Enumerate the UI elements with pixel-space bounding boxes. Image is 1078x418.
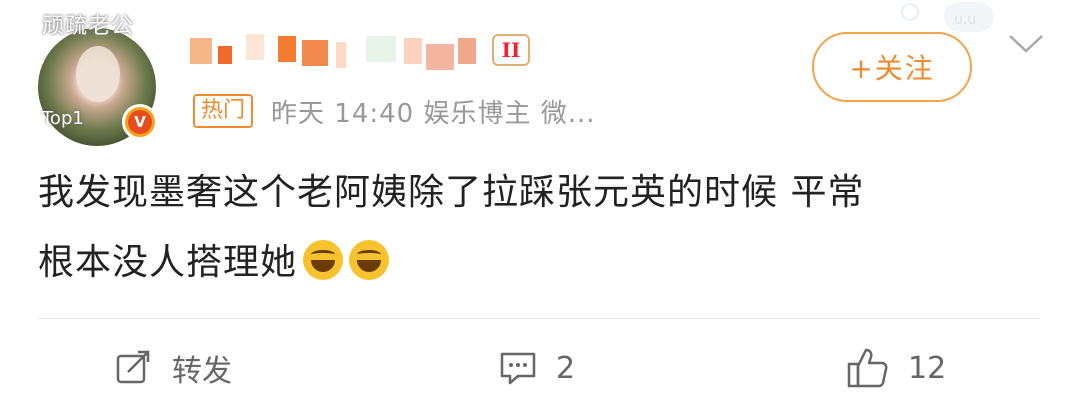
post-text-line-2: 根本没人搭理她 [38,228,1028,298]
laugh-tears-emoji-icon [303,240,344,280]
hot-tag: 热门 [193,94,254,128]
top-right-decoration: u.u [890,0,1000,34]
post-meta: 热门 昨天 14:40 娱乐博主 微... [193,93,596,129]
comment-count: 2 [556,350,576,386]
repost-label: 转发 [172,354,232,389]
comment-button[interactable]: 2 [498,346,575,390]
comment-icon [500,352,536,385]
divider [38,318,1040,319]
like-button[interactable]: 12 [846,346,946,390]
chevron-down-icon[interactable] [1008,34,1044,54]
thumbs-up-icon [847,348,888,388]
like-count: 12 [908,350,947,386]
avatar-overlay-text: 顽疏老公 [42,14,135,39]
svg-text:u.u: u.u [954,12,976,28]
avatar-tag: Top1 [42,108,84,129]
post-meta-text: 昨天 14:40 娱乐博主 微... [271,98,596,129]
follow-button[interactable]: +关注 [812,32,972,102]
user-avatar[interactable]: 顽疏老公 Top1 V [36,8,166,146]
post-body: 我发现墨奢这个老阿姨除了拉踩张元英的时候 平常 根本没人搭理她 [38,158,1028,298]
verified-badge-icon: V [122,104,158,140]
repost-button[interactable]: 转发 [114,346,232,390]
username-redacted[interactable] [190,34,490,70]
post-text-line-1: 我发现墨奢这个老阿姨除了拉踩张元英的时候 平常 [38,172,865,213]
vip-level-icon[interactable]: II [492,34,530,66]
laugh-tears-emoji-icon [349,240,390,280]
repost-icon [116,350,150,384]
